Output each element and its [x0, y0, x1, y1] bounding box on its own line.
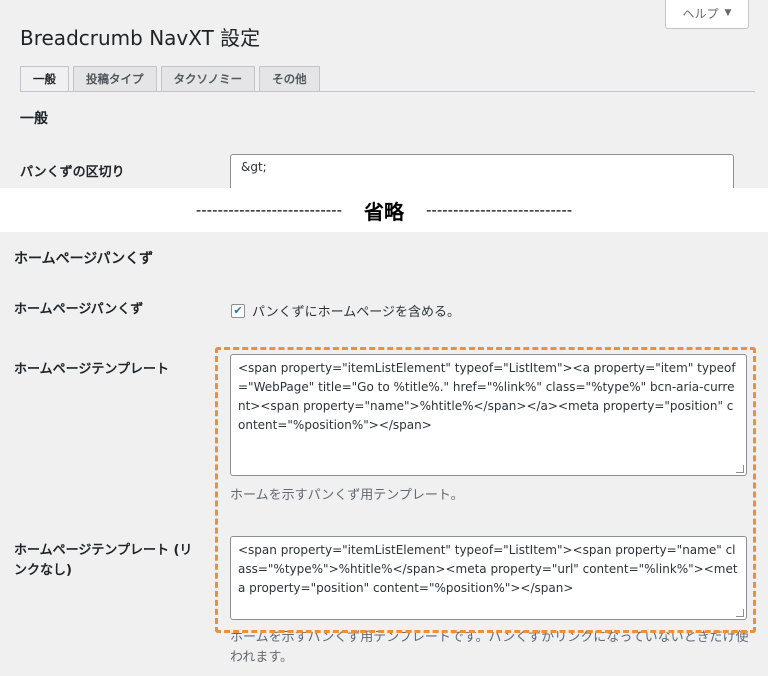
settings-top-panel: ヘルプ ▼ Breadcrumb NavXT 設定 一般 投稿タイプ タクソノミ… — [0, 0, 768, 188]
tab-taxonomies[interactable]: タクソノミー — [160, 66, 256, 92]
home-section-heading: ホームページパンくず — [14, 251, 154, 267]
omitted-dashes-left: --------------------------- — [195, 201, 342, 219]
resize-grip-icon[interactable] — [736, 465, 744, 473]
home-template-value: <span property="itemListElement" typeof=… — [238, 361, 736, 432]
resize-grip-icon[interactable] — [736, 609, 744, 617]
caret-down-icon: ▼ — [724, 8, 732, 18]
home-include-option[interactable]: ✔ パンくずにホームページを含める。 — [231, 301, 460, 320]
home-breadcrumb-panel: ホームページパンくず ホームページパンくず ✔ パンくずにホームページを含める。… — [0, 232, 768, 676]
general-section-heading: 一般 — [20, 111, 48, 127]
home-template-nolink-textarea[interactable]: <span property="itemListElement" typeof=… — [230, 536, 747, 620]
tab-general[interactable]: 一般 — [20, 66, 69, 92]
home-template-description: ホームを示すパンくず用テンプレート。 — [230, 488, 464, 503]
home-include-checkbox-label: パンくずにホームページを含める。 — [252, 305, 461, 320]
tab-divider — [20, 91, 755, 92]
home-template-textarea[interactable]: <span property="itemListElement" typeof=… — [230, 354, 747, 476]
omitted-divider: --------------------------- 省略 ---------… — [0, 188, 768, 232]
home-template-nolink-label: ホームページテンプレート (リンクなし) — [14, 543, 193, 578]
help-label: ヘルプ — [682, 6, 719, 21]
help-button[interactable]: ヘルプ ▼ — [665, 0, 749, 29]
check-icon: ✔ — [233, 304, 243, 317]
home-include-label: ホームページパンくず — [14, 302, 144, 317]
omitted-text: 省略 — [364, 199, 404, 224]
page-title: Breadcrumb NavXT 設定 — [20, 26, 261, 50]
separator-input[interactable]: &gt; — [230, 154, 734, 188]
home-template-nolink-description: ホームを示すパンくず用テンプレートです。パンくずがリンクになっていないときだけ使… — [230, 630, 749, 665]
separator-label: パンくずの区切り — [20, 165, 125, 180]
tab-post-types[interactable]: 投稿タイプ — [73, 66, 157, 92]
home-include-checkbox[interactable]: ✔ — [231, 303, 245, 318]
home-template-label: ホームページテンプレート — [14, 362, 169, 377]
home-template-nolink-value: <span property="itemListElement" typeof=… — [238, 543, 738, 595]
tab-bar: 一般 投稿タイプ タクソノミー その他 — [20, 66, 324, 92]
omitted-dashes-right: --------------------------- — [426, 201, 573, 219]
tab-other[interactable]: その他 — [259, 66, 320, 92]
